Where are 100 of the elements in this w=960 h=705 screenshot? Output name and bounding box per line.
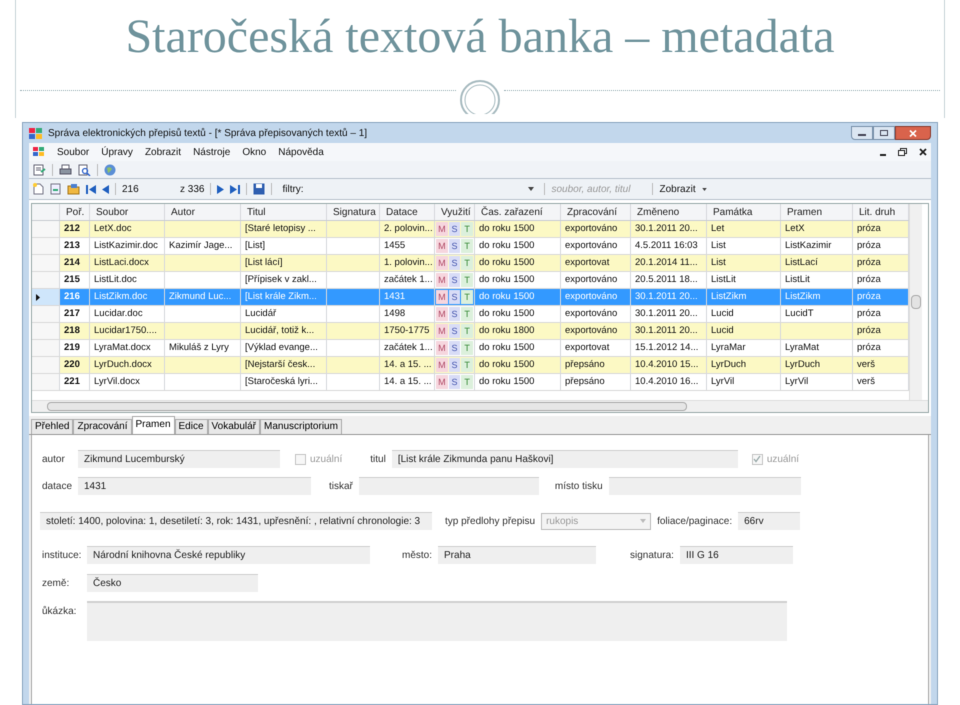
last-record-button[interactable] bbox=[230, 184, 240, 194]
search-field[interactable]: soubor, autor, titul bbox=[551, 181, 646, 197]
table-cell-text: Lucidář bbox=[245, 306, 276, 321]
column-header[interactable]: Zpracování bbox=[561, 204, 631, 220]
maximize-button[interactable] bbox=[873, 126, 895, 140]
field-label: datace bbox=[42, 480, 72, 494]
table-cell-text: ListLit.doc bbox=[94, 272, 137, 287]
table-row[interactable]: 215 ListLit.doc [Přípisek v zakl... začátek 1... M S T do roku 1500 exportováno 20.5.2011 18... ListLit ListLit próza bbox=[32, 272, 909, 289]
print-icon[interactable] bbox=[59, 164, 72, 176]
menu-item[interactable]: Soubor bbox=[57, 144, 90, 160]
table-cell-text: verš bbox=[857, 374, 875, 389]
tab[interactable]: Zpracování bbox=[73, 419, 132, 434]
restore-icon[interactable] bbox=[898, 148, 907, 156]
usage-flag: T bbox=[461, 358, 474, 372]
table-row[interactable]: 220 LyrDuch.docx [Nejstarší česk... 14. a 15. ... M S T do roku 1500 přepsáno 10.4.2010 15... LyrDuch LyrDuch verš bbox=[32, 357, 909, 374]
minimize-icon[interactable] bbox=[880, 154, 886, 156]
tab[interactable]: Manuscriptorium bbox=[260, 419, 342, 434]
usage-flag: S bbox=[448, 307, 460, 321]
column-header[interactable]: Pramen bbox=[781, 204, 853, 220]
filter-dropdown[interactable]: filtry: bbox=[278, 181, 538, 197]
record-position-field[interactable]: 216 bbox=[122, 182, 174, 196]
table-cell-text: 1750-1775 bbox=[384, 324, 430, 338]
table-cell-text: 14. a 15. ... bbox=[384, 358, 432, 372]
menu-item[interactable]: Nápověda bbox=[278, 144, 324, 160]
close-button[interactable] bbox=[895, 126, 931, 140]
save-icon[interactable] bbox=[253, 183, 266, 195]
next-record-button[interactable] bbox=[217, 184, 224, 194]
table-cell-text: do roku 1500 bbox=[479, 290, 534, 304]
title-field[interactable]: [List krále Zikmunda panu Haškovi] bbox=[392, 450, 738, 468]
usage-flag: M bbox=[436, 358, 448, 372]
table-row[interactable]: 221 LyrVil.docx [Staročeská lyri... 14. a 15. ... M S T do roku 1500 přepsáno 10.4.2010 16... LyrVil LyrVil verš bbox=[32, 374, 909, 391]
table-cell-text: 219 bbox=[64, 340, 80, 355]
table-cell-text: 10.4.2010 16... bbox=[635, 374, 698, 389]
table-row[interactable]: 213 ListKazimir.doc Kazimír Jage... [List] 1455 M S T do roku 1500 exportováno 4.5.2011 16:03 List ListKazimir próza bbox=[32, 238, 909, 255]
shelfmark-field[interactable]: III G 16 bbox=[680, 546, 793, 564]
institution-field[interactable]: Národní knihovna České republiky bbox=[87, 546, 370, 564]
country-field[interactable]: Česko bbox=[87, 574, 258, 592]
first-record-button[interactable] bbox=[86, 184, 96, 194]
view-dropdown-button[interactable]: Zobrazit bbox=[659, 182, 707, 196]
dating-field[interactable]: 1431 bbox=[78, 477, 311, 495]
column-header[interactable]: Datace bbox=[380, 204, 435, 220]
field-label: město: bbox=[402, 548, 432, 562]
table-cell-text: do roku 1500 bbox=[479, 256, 534, 270]
column-header[interactable]: Autor bbox=[165, 204, 241, 220]
table-cell-text: 30.1.2011 20... bbox=[635, 306, 698, 321]
table-cell-text: Lucid bbox=[711, 324, 734, 338]
table-row[interactable]: 218 Lucidar1750.... Lucidář, totiž k... 1750-1775 M S T do roku 1800 exportováno 30.1.2011 20... Lucid próza bbox=[32, 323, 909, 340]
table-cell-text: 214 bbox=[64, 256, 80, 270]
column-header[interactable]: Poř. bbox=[60, 204, 90, 220]
printer-field[interactable] bbox=[358, 477, 539, 495]
table-cell-text: exportováno bbox=[565, 272, 618, 287]
tab[interactable]: Vokabulář bbox=[208, 419, 260, 434]
table-cell-text: 10.4.2010 15... bbox=[635, 358, 698, 372]
tab[interactable]: Pramen bbox=[132, 416, 175, 434]
chronology-field[interactable]: století: 1400, polovina: 1, desetiletí: 3, rok: 1431, upřesnění: , relativní chronologie: 3 bbox=[40, 512, 432, 530]
column-header[interactable]: Změneno bbox=[631, 204, 707, 220]
checkbox[interactable] bbox=[295, 454, 306, 464]
page-setup-icon[interactable] bbox=[33, 164, 46, 176]
tab[interactable]: Edice bbox=[174, 419, 208, 434]
column-header[interactable]: Titul bbox=[241, 204, 327, 220]
table-cell-text: přepsáno bbox=[565, 374, 605, 389]
globe-icon[interactable] bbox=[104, 164, 116, 176]
table-row[interactable]: 214 ListLaci.docx [List lácí] 1. polovin... M S T do roku 1500 exportovat 20.1.2014 11... List ListLací próza bbox=[32, 255, 909, 272]
checkbox[interactable] bbox=[752, 454, 763, 464]
caret-icon bbox=[528, 187, 534, 191]
table-row[interactable]: 216 ListZikm.doc Zikmund Luc... [List krále Zikm... 1431 M S T do roku 1500 exportováno 30.1.2011 20... ListZikm ListZikm próza bbox=[32, 289, 909, 306]
field-label: foliace/paginace: bbox=[657, 514, 732, 528]
menu-item[interactable]: Úpravy bbox=[101, 144, 133, 160]
table-row[interactable]: 212 LetX.doc [Staré letopisy ... 2. polovin... M S T do roku 1500 exportováno 30.1.2011 20... Let LetX próza bbox=[32, 221, 909, 238]
column-header[interactable]: Soubor bbox=[90, 204, 165, 220]
usage-flag: S bbox=[448, 239, 460, 253]
table-row[interactable]: 219 LyraMat.docx Mikuláš z Lyry [Výklad evange... začátek 1... M S T do roku 1500 exportovat 15.1.2012 14... LyraMar LyraMat próza bbox=[32, 340, 909, 357]
table-cell-text: Lucidar.doc bbox=[94, 306, 143, 321]
foliation-field[interactable]: 66rv bbox=[738, 512, 800, 530]
table-cell-text: ListLit bbox=[711, 272, 736, 287]
close-icon[interactable] bbox=[919, 148, 927, 156]
folder-icon[interactable] bbox=[67, 183, 80, 195]
usage-flag: M bbox=[436, 341, 448, 355]
menu-item[interactable]: Okno bbox=[242, 144, 266, 160]
column-header[interactable]: Čas. zařazení bbox=[475, 204, 561, 220]
menu-item[interactable]: Zobrazit bbox=[144, 144, 182, 160]
print-preview-icon[interactable] bbox=[78, 164, 91, 176]
column-header[interactable]: Signatura bbox=[327, 204, 380, 220]
minimize-button[interactable] bbox=[851, 126, 873, 140]
new-file-icon[interactable] bbox=[33, 183, 44, 195]
author-field[interactable]: Zikmund Lucemburský bbox=[78, 450, 280, 468]
document-icon[interactable] bbox=[50, 183, 61, 195]
table-cell-text: do roku 1500 bbox=[479, 306, 534, 321]
horizontal-scrollbar[interactable] bbox=[32, 400, 928, 412]
previous-record-button[interactable] bbox=[102, 184, 109, 194]
tab[interactable]: Přehled bbox=[31, 419, 74, 434]
city-field[interactable]: Praha bbox=[438, 546, 596, 564]
column-header[interactable]: Využití bbox=[435, 204, 475, 220]
usage-flag: T bbox=[461, 256, 474, 270]
print-place-field[interactable] bbox=[608, 477, 801, 495]
table-cell-text: Zikmund Luc... bbox=[169, 290, 232, 304]
vertical-scrollbar[interactable] bbox=[909, 204, 922, 400]
column-header[interactable]: Památka bbox=[707, 204, 781, 220]
table-row[interactable]: 217 Lucidar.doc Lucidář 1498 M S T do roku 1500 exportováno 30.1.2011 20... Lucid LucidT próza bbox=[32, 306, 909, 323]
menu-item[interactable]: Nástroje bbox=[193, 144, 230, 160]
